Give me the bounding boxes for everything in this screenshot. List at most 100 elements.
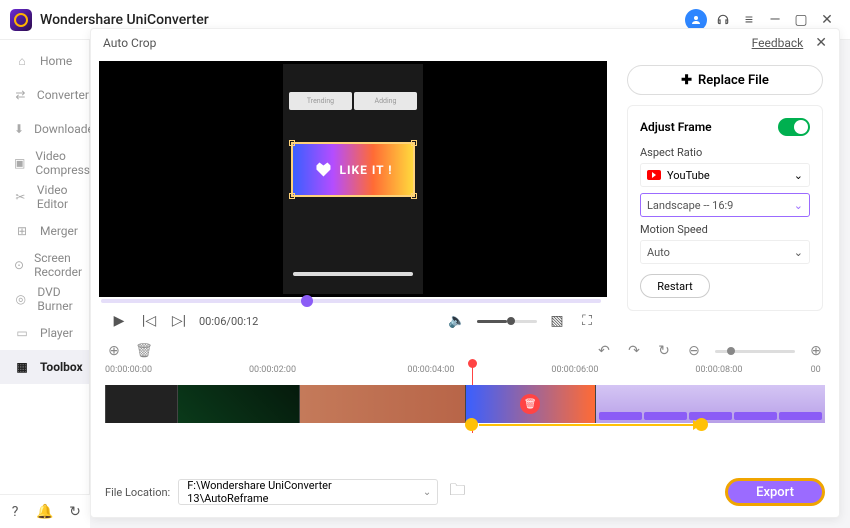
chevron-down-icon: ⌄ — [423, 487, 431, 498]
aspect-ratio-label: Aspect Ratio — [640, 146, 810, 159]
status-bar: ? 🔔 ↻ — [0, 494, 90, 528]
browse-folder-button[interactable]: 🗀 — [446, 481, 468, 503]
video-preview[interactable]: Trending Adding LIKE IT ! — [99, 61, 607, 297]
download-icon: ⬇ — [14, 121, 24, 137]
panel-header: Auto Crop Feedback ✕ — [91, 29, 839, 57]
record-icon: ⊙ — [14, 257, 24, 273]
ratio-select[interactable]: Landscape -- 16:9 ⌄ — [640, 193, 810, 217]
sidebar-item-label: Converter — [37, 88, 89, 102]
preview-bottom-bar — [293, 272, 413, 276]
delete-clip-icon[interactable]: 🗑 — [135, 342, 153, 360]
drag-handle-start[interactable] — [465, 418, 478, 431]
motion-speed-value: Auto — [647, 246, 670, 259]
crop-frame[interactable]: LIKE IT ! — [291, 142, 415, 197]
sidebar-item-compressor[interactable]: ▣Video Compressor — [0, 146, 89, 180]
sidebar-item-recorder[interactable]: ⊙Screen Recorder — [0, 248, 89, 282]
merge-icon: ⊞ — [14, 223, 30, 239]
timeline-clip[interactable] — [299, 385, 465, 423]
help-icon[interactable]: ? — [5, 502, 25, 522]
replace-file-button[interactable]: ✚ Replace File — [627, 65, 823, 95]
next-frame-button[interactable]: ▷| — [169, 311, 189, 331]
undo-icon[interactable]: ↶ — [595, 342, 613, 360]
sidebar-item-label: Player — [40, 326, 73, 340]
timeline-clip[interactable] — [105, 385, 177, 423]
refresh-icon[interactable]: ↻ — [65, 502, 85, 522]
sidebar-item-toolbox[interactable]: ▦ Toolbox — [0, 350, 89, 384]
sidebar-item-home[interactable]: ⌂ Home — [0, 44, 89, 78]
settings-panel: ✚ Replace File Adjust Frame Aspect Ratio… — [619, 57, 839, 337]
like-text: LIKE IT ! — [339, 163, 392, 177]
sidebar-item-editor[interactable]: ✂ Video Editor — [0, 180, 89, 214]
prev-frame-button[interactable]: |◁ — [139, 311, 159, 331]
home-icon: ⌂ — [14, 53, 30, 69]
sidebar-item-label: Home — [40, 54, 72, 68]
feedback-link[interactable]: Feedback — [752, 36, 804, 50]
redo-alt-icon[interactable]: ↻ — [655, 342, 673, 360]
platform-select[interactable]: YouTube ⌄ — [640, 163, 810, 187]
motion-speed-label: Motion Speed — [640, 223, 810, 236]
sidebar-item-label: Merger — [40, 224, 78, 238]
app-logo — [10, 9, 32, 31]
scissors-icon: ✂ — [14, 189, 27, 205]
snapshot-icon[interactable]: ▧ — [547, 311, 567, 331]
chevron-down-icon: ⌄ — [794, 246, 803, 259]
toolbox-icon: ▦ — [14, 359, 30, 375]
export-button[interactable]: Export — [725, 478, 825, 506]
bell-icon[interactable]: 🔔 — [35, 502, 55, 522]
drag-handle-end[interactable] — [695, 418, 708, 431]
add-clip-icon[interactable]: ⊕ — [105, 342, 123, 360]
convert-icon: ⇄ — [14, 87, 27, 103]
play-icon: ▭ — [14, 325, 30, 341]
sidebar-item-label: Toolbox — [40, 360, 83, 374]
platform-value: YouTube — [667, 169, 710, 182]
sidebar-item-converter[interactable]: ⇄ Converter — [0, 78, 89, 112]
preview-area: Trending Adding LIKE IT ! — [91, 57, 619, 337]
sidebar-item-label: Downloader — [34, 122, 98, 136]
crop-handle-tr[interactable] — [411, 140, 417, 146]
seek-bar[interactable] — [101, 299, 601, 303]
fullscreen-icon[interactable]: ⛶ — [577, 311, 597, 331]
adjust-frame-toggle[interactable] — [778, 118, 810, 136]
compress-icon: ▣ — [14, 155, 25, 171]
timeline: 00:00:00:00 00:00:02:00 00:00:04:00 00:0… — [91, 365, 839, 423]
ruler-tick: 00:00:00:00 — [105, 365, 152, 375]
file-location-row: File Location: F:\Wondershare UniConvert… — [105, 477, 825, 507]
timeline-clip[interactable] — [595, 385, 825, 423]
file-location-input[interactable]: F:\Wondershare UniConverter 13\AutoRefra… — [178, 479, 438, 505]
timeline-strip[interactable]: 🗑 — [105, 385, 825, 423]
preview-tab-left: Trending — [289, 92, 352, 110]
timeline-clip[interactable] — [177, 385, 299, 423]
sidebar-item-player[interactable]: ▭ Player — [0, 316, 89, 350]
plus-icon: ✚ — [681, 73, 692, 88]
ruler-tick: 00:00:06:00 — [551, 365, 598, 375]
timeline-ruler[interactable]: 00:00:00:00 00:00:02:00 00:00:04:00 00:0… — [105, 365, 825, 383]
time-display: 00:06/00:12 — [199, 315, 258, 328]
redo-icon[interactable]: ↷ — [625, 342, 643, 360]
file-location-label: File Location: — [105, 486, 170, 499]
preview-tab-right: Adding — [354, 92, 417, 110]
zoom-slider[interactable] — [715, 350, 795, 353]
delete-badge-icon[interactable]: 🗑 — [520, 394, 540, 414]
crop-handle-br[interactable] — [411, 193, 417, 199]
timeline-clip[interactable]: 🗑 — [465, 385, 595, 423]
crop-handle-tl[interactable] — [289, 140, 295, 146]
sidebar-item-merger[interactable]: ⊞ Merger — [0, 214, 89, 248]
restart-button[interactable]: Restart — [640, 274, 710, 298]
panel-title: Auto Crop — [103, 36, 156, 50]
heart-icon — [313, 160, 333, 180]
crop-handle-bl[interactable] — [289, 193, 295, 199]
sidebar-item-label: Video Editor — [37, 183, 89, 211]
motion-speed-select[interactable]: Auto ⌄ — [640, 240, 810, 264]
sidebar-item-dvd[interactable]: ◎DVD Burner — [0, 282, 89, 316]
chevron-down-icon: ⌄ — [794, 199, 803, 212]
play-button[interactable]: ▶ — [109, 311, 129, 331]
close-icon[interactable]: ✕ — [815, 35, 827, 51]
volume-slider[interactable] — [477, 320, 537, 323]
volume-icon[interactable]: 🔈 — [447, 311, 467, 331]
zoom-out-icon[interactable]: ⊖ — [685, 342, 703, 360]
drag-arrow — [479, 424, 695, 426]
zoom-in-icon[interactable]: ⊕ — [807, 342, 825, 360]
ruler-tick: 00:00:04:00 — [407, 365, 454, 375]
sidebar-item-downloader[interactable]: ⬇Downloader — [0, 112, 89, 146]
youtube-icon — [647, 170, 661, 180]
